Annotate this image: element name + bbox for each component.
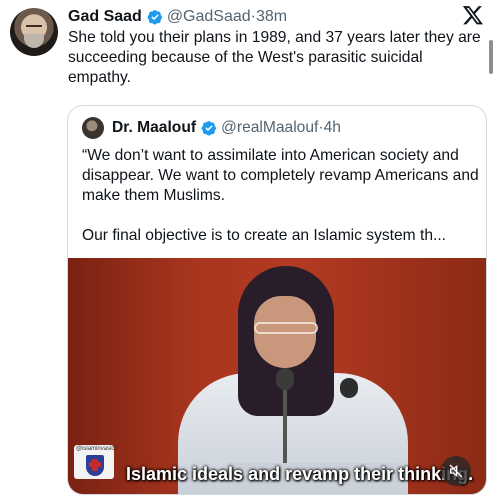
microphone: [340, 378, 358, 398]
video-player[interactable]: @islaminvasion Islamic ideals and revamp…: [68, 258, 486, 494]
quoted-author-name[interactable]: Dr. Maalouf: [112, 119, 196, 137]
verified-badge-icon: [147, 10, 162, 25]
scrollbar[interactable]: [489, 40, 493, 74]
author-name[interactable]: Gad Saad: [68, 8, 142, 26]
tweet-text: She told you their plans in 1989, and 37…: [68, 29, 481, 86]
tweet-header: Gad Saad @GadSaad · 38m: [68, 6, 287, 28]
tweet[interactable]: Gad Saad @GadSaad · 38m She told you the…: [0, 0, 498, 500]
tweet-time[interactable]: 38m: [256, 8, 287, 26]
mute-button[interactable]: [441, 456, 471, 486]
quoted-tweet-header: Dr. Maalouf @realMaalouf · 4h: [82, 116, 341, 140]
video-caption: Islamic ideals and revamp their thinking…: [126, 464, 474, 484]
quoted-author-avatar[interactable]: [82, 117, 104, 139]
verified-badge-icon: [201, 121, 217, 136]
avatar-eyes: [26, 25, 42, 28]
quoted-tweet[interactable]: Dr. Maalouf @realMaalouf · 4h “We don’t …: [67, 105, 487, 495]
author-avatar[interactable]: [10, 8, 58, 56]
watermark-text: @islaminvasion: [76, 446, 119, 452]
avatar-beard: [24, 34, 44, 48]
microphone: [276, 368, 294, 390]
muted-speaker-icon: [449, 464, 463, 478]
quoted-author-handle[interactable]: @realMaalouf: [221, 119, 318, 137]
shield-cross: [89, 462, 101, 467]
x-logo-icon[interactable]: [462, 4, 484, 26]
quoted-tweet-text: “We don’t want to assimilate into Americ…: [82, 147, 479, 244]
shield-icon: [86, 455, 104, 476]
channel-watermark: @islaminvasion: [74, 445, 119, 479]
quoted-tweet-time[interactable]: 4h: [324, 119, 341, 137]
author-handle[interactable]: @GadSaad: [167, 8, 251, 26]
video-speaker-glasses: [254, 322, 318, 334]
